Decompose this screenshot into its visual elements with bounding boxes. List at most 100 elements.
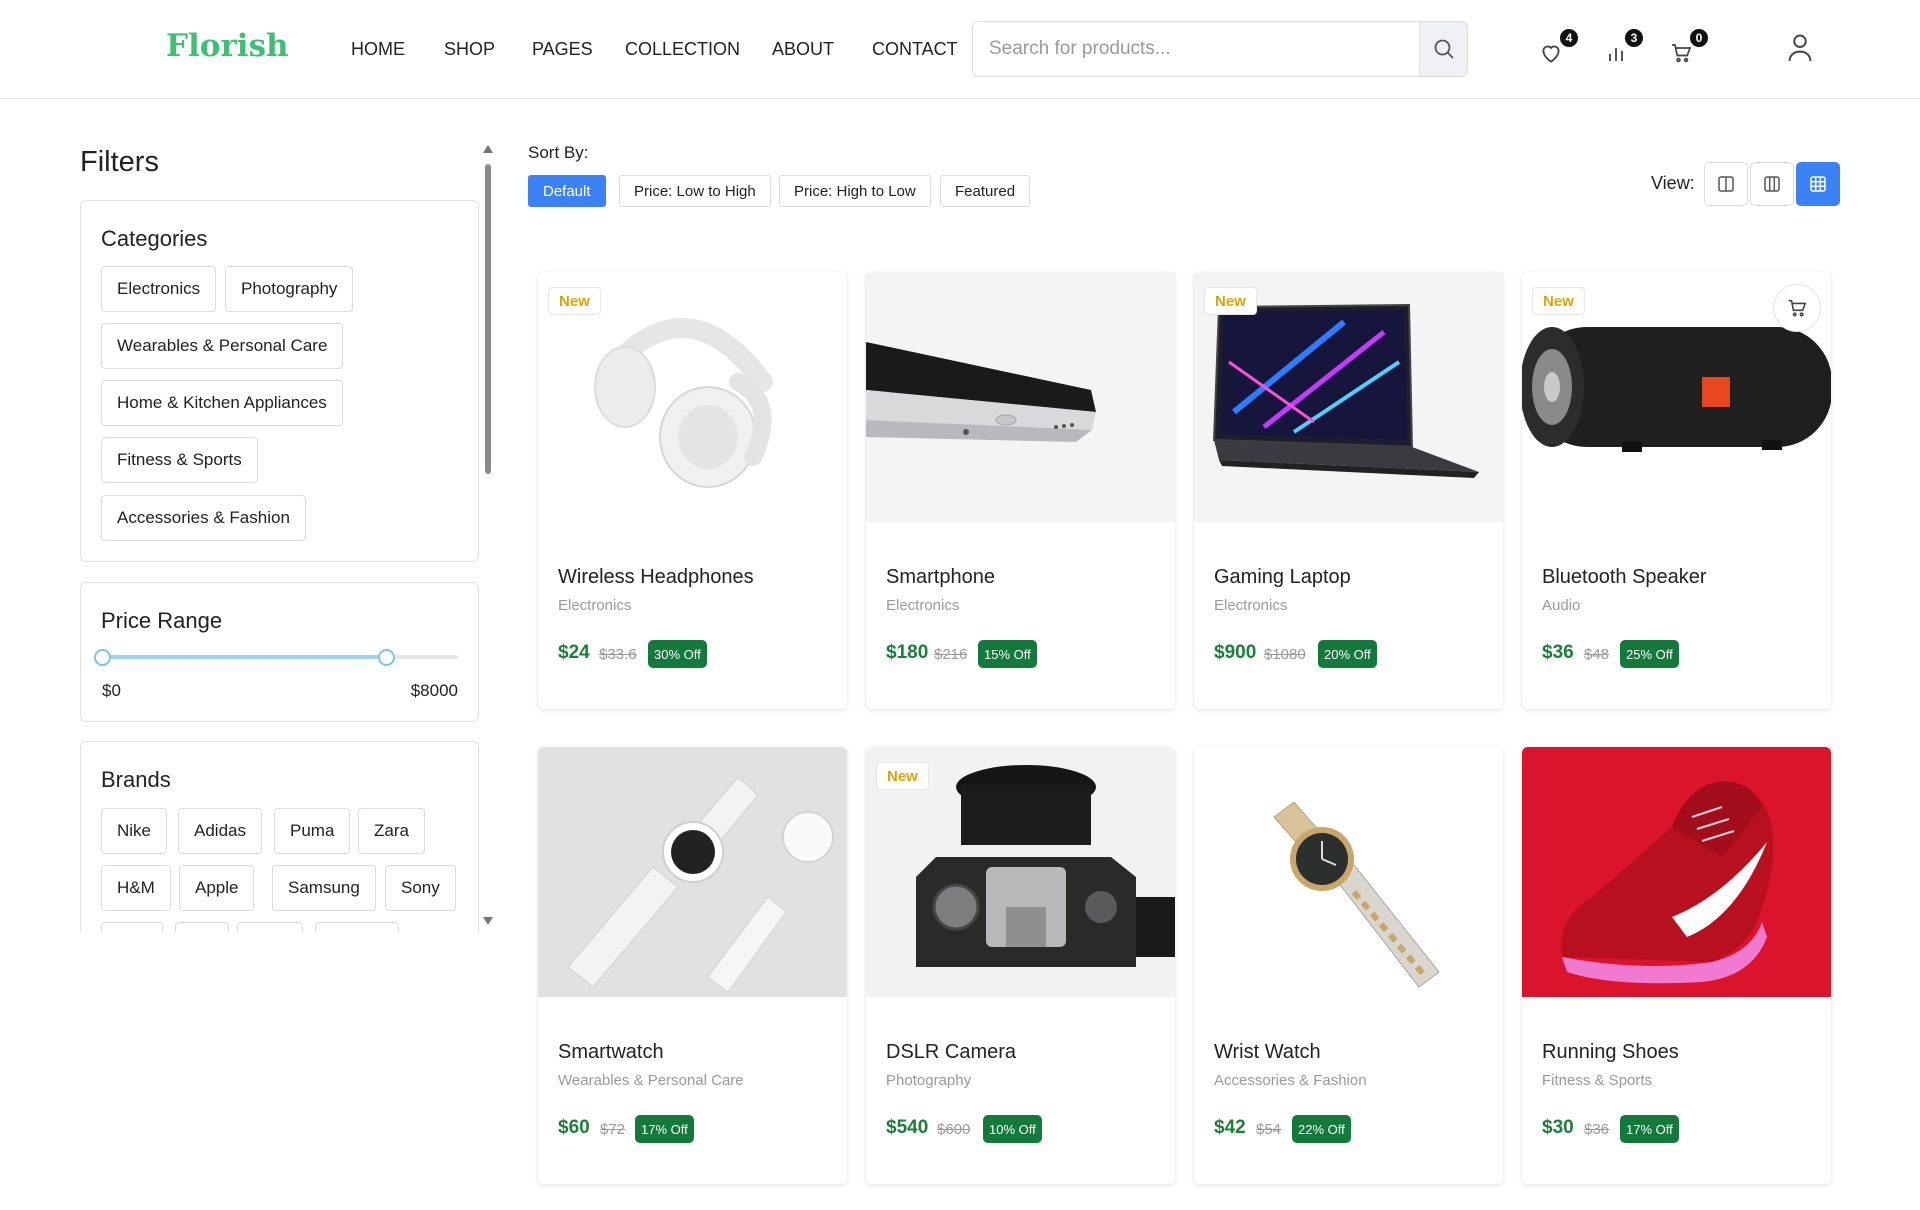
brands-title: Brands <box>101 767 171 792</box>
product-old-price: $72 <box>600 1121 626 1138</box>
add-to-cart-button[interactable] <box>1773 284 1821 332</box>
product-name[interactable]: Smartphone <box>886 566 995 589</box>
product-card[interactable]: Smartwatch Wearables & Personal Care $60… <box>538 747 847 1184</box>
discount-badge: 17% Off <box>635 1115 694 1143</box>
category-chip[interactable]: Photography <box>225 266 354 312</box>
brand-chip[interactable]: Adidas <box>178 808 262 854</box>
search-button[interactable] <box>1419 22 1467 76</box>
price-slider-min-handle[interactable] <box>94 649 111 666</box>
new-tag: New <box>1204 287 1257 315</box>
new-tag: New <box>548 287 601 315</box>
brand-chip[interactable]: H&M <box>101 865 171 911</box>
product-old-price: $1080 <box>1264 646 1306 663</box>
scroll-up-arrow-icon[interactable] <box>482 144 494 154</box>
product-name[interactable]: Running Shoes <box>1542 1041 1679 1064</box>
view-label: View: <box>1651 173 1695 193</box>
cart-count-badge: 0 <box>1688 27 1710 49</box>
product-category: Photography <box>886 1072 972 1089</box>
product-name[interactable]: Smartwatch <box>558 1041 664 1064</box>
brand-chip-partial[interactable] <box>237 922 303 932</box>
product-old-price: $216 <box>934 646 968 663</box>
logo[interactable]: Florish <box>166 28 289 64</box>
search-bar <box>972 21 1468 77</box>
price-slider-max-handle[interactable] <box>377 649 395 666</box>
discount-badge: 10% Off <box>983 1115 1042 1143</box>
product-price: $180 <box>886 642 929 663</box>
product-card[interactable]: Wrist Watch Accessories & Fashion $42 $5… <box>1194 747 1503 1184</box>
product-price: $60 <box>558 1117 590 1138</box>
wishlist-button[interactable]: 4 <box>1536 27 1580 68</box>
view-3-columns-button[interactable] <box>1750 162 1794 206</box>
product-old-price: $36 <box>1584 1121 1610 1138</box>
product-card[interactable]: Smartphone Electronics $180 $216 15% Off <box>866 272 1175 709</box>
product-card[interactable]: New Bluetooth Speaker Audio $36 $48 25% … <box>1522 272 1831 709</box>
nav-about[interactable]: ABOUT <box>772 39 834 60</box>
product-image[interactable]: New <box>1194 272 1503 522</box>
product-name[interactable]: Wireless Headphones <box>558 566 754 589</box>
sort-price-low-high-button[interactable]: Price: Low to High <box>619 175 771 207</box>
brand-chip-partial[interactable] <box>175 922 229 932</box>
columns-2-icon <box>1718 176 1734 192</box>
category-chip[interactable]: Home & Kitchen Appliances <box>101 380 343 426</box>
sort-price-high-low-button[interactable]: Price: High to Low <box>779 175 931 207</box>
product-image[interactable]: New <box>538 272 847 522</box>
category-chip[interactable]: Electronics <box>101 266 217 312</box>
category-chip[interactable]: Accessories & Fashion <box>101 495 306 541</box>
categories-title: Categories <box>101 226 208 251</box>
product-old-price: $33.6 <box>599 646 637 663</box>
price-range-title: Price Range <box>101 608 223 633</box>
product-image[interactable] <box>866 272 1175 522</box>
brand-chip[interactable]: Apple <box>179 865 255 911</box>
category-chip[interactable]: Fitness & Sports <box>101 437 258 483</box>
nav-shop[interactable]: SHOP <box>444 39 495 60</box>
scroll-down-arrow-icon[interactable] <box>482 916 494 926</box>
view-grid-button[interactable] <box>1796 162 1840 206</box>
product-image[interactable] <box>1194 747 1503 997</box>
columns-3-icon <box>1764 176 1780 192</box>
discount-badge: 15% Off <box>978 640 1037 668</box>
product-name[interactable]: Bluetooth Speaker <box>1542 566 1707 589</box>
nav-collection[interactable]: COLLECTION <box>625 39 740 60</box>
product-name[interactable]: DSLR Camera <box>886 1041 1016 1064</box>
sidebar-scrollbar[interactable] <box>481 144 495 930</box>
smartphone-image <box>866 342 1096 442</box>
search-input[interactable] <box>973 22 1421 76</box>
product-price: $30 <box>1542 1117 1574 1138</box>
discount-badge: 20% Off <box>1318 640 1377 668</box>
product-card[interactable]: New Gaming Laptop Electronics $900 $1080… <box>1194 272 1503 709</box>
product-name[interactable]: Wrist Watch <box>1214 1041 1321 1064</box>
view-2-columns-button[interactable] <box>1704 162 1748 206</box>
nav-home[interactable]: HOME <box>351 39 405 60</box>
brand-chip-partial[interactable] <box>315 922 399 932</box>
brand-chip[interactable]: Nike <box>101 808 168 854</box>
sort-featured-button[interactable]: Featured <box>940 175 1031 207</box>
product-category: Accessories & Fashion <box>1214 1072 1367 1089</box>
discount-badge: 30% Off <box>648 640 707 668</box>
product-category: Wearables & Personal Care <box>558 1072 744 1089</box>
product-image[interactable]: New <box>1522 272 1831 522</box>
category-chip[interactable]: Wearables & Personal Care <box>101 323 344 369</box>
brand-chip[interactable]: Samsung <box>272 865 376 911</box>
sort-by-label: Sort By: <box>528 143 589 162</box>
product-image[interactable] <box>538 747 847 997</box>
brand-chip[interactable]: Zara <box>358 808 425 854</box>
compare-button[interactable]: 3 <box>1601 27 1645 68</box>
nav-pages[interactable]: PAGES <box>532 39 593 60</box>
account-button[interactable] <box>1785 32 1815 62</box>
product-name[interactable]: Gaming Laptop <box>1214 566 1351 589</box>
grid-icon <box>1810 176 1826 192</box>
brand-chip-partial[interactable] <box>101 922 163 932</box>
brand-chip[interactable]: Puma <box>274 808 351 854</box>
sort-default-button[interactable]: Default <box>528 175 606 207</box>
wrist-watch-image <box>1273 801 1440 988</box>
product-category: Electronics <box>558 597 632 614</box>
nav-contact[interactable]: CONTACT <box>872 39 958 60</box>
product-image[interactable] <box>1522 747 1831 997</box>
product-card[interactable]: New DSLR Camera Photography $540 $600 10… <box>866 747 1175 1184</box>
product-card[interactable]: New Wireless Headphones Electronics $24 … <box>538 272 847 709</box>
product-image[interactable]: New <box>866 747 1175 997</box>
brand-chip[interactable]: Sony <box>385 865 456 911</box>
cart-button[interactable]: 0 <box>1666 27 1710 68</box>
product-card[interactable]: Running Shoes Fitness & Sports $30 $36 1… <box>1522 747 1831 1184</box>
scrollbar-thumb[interactable] <box>485 164 491 474</box>
